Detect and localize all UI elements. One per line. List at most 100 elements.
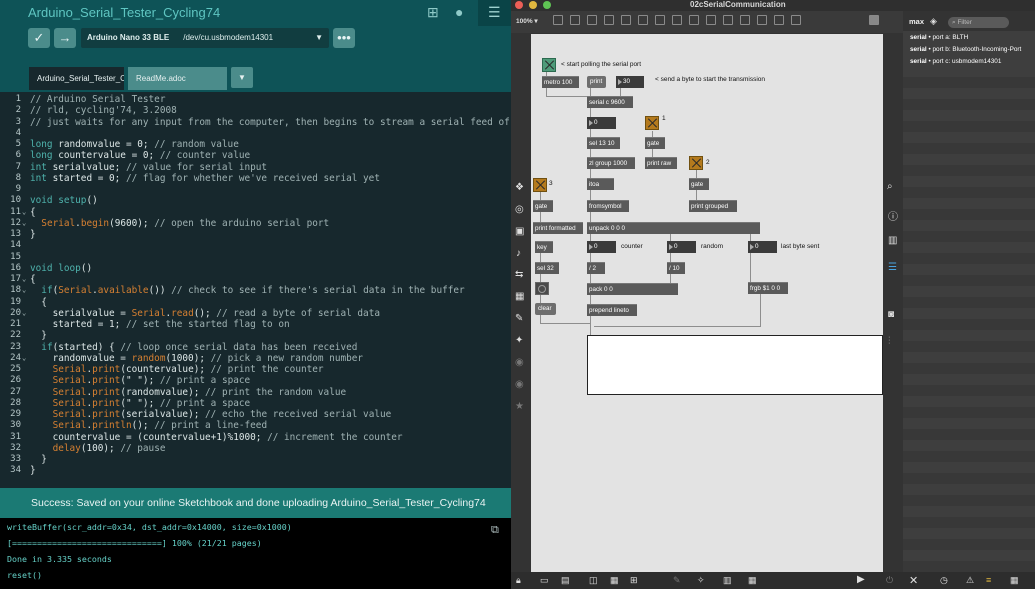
- code-line[interactable]: Serial.print(serialvalue); // echo the r…: [30, 409, 510, 420]
- upload-button[interactable]: →: [54, 28, 76, 48]
- book-icon[interactable]: ▥: [888, 235, 897, 246]
- code-line[interactable]: Serial.print(" "); // print a space: [30, 398, 510, 409]
- number-box-counter[interactable]: 0: [587, 241, 616, 253]
- code-line[interactable]: serialvalue = Serial.read(); // read a b…: [30, 308, 510, 319]
- code-line[interactable]: delay(100); // pause: [30, 443, 510, 454]
- print-grouped-object[interactable]: print grouped: [689, 200, 737, 212]
- new-number-icon[interactable]: [638, 15, 648, 25]
- gate-toggle-2[interactable]: [689, 156, 703, 170]
- zlgroup-object[interactable]: zl group 1000: [587, 157, 635, 169]
- new-meter-icon[interactable]: [723, 15, 733, 25]
- zoom-level[interactable]: 100% ▾: [516, 17, 538, 25]
- sel-object[interactable]: sel 13 10: [587, 137, 620, 149]
- debug-icon[interactable]: ✎: [673, 575, 681, 586]
- keyboard-icon[interactable]: ▥: [723, 575, 732, 586]
- mixer-icon[interactable]: ▦: [748, 575, 757, 586]
- new-object-icon[interactable]: [553, 15, 563, 25]
- code-line[interactable]: if(started) { // loop once serial data h…: [30, 342, 510, 353]
- new-message-icon[interactable]: [570, 15, 580, 25]
- new-toggle-icon[interactable]: [621, 15, 631, 25]
- console-menu-icon[interactable]: ▦: [1010, 575, 1019, 586]
- gate-toggle-3[interactable]: [533, 178, 547, 192]
- code-line[interactable]: started = 1; // set the started flag to …: [30, 319, 510, 330]
- code-line[interactable]: [30, 128, 510, 139]
- new-multislider-icon[interactable]: [757, 15, 767, 25]
- code-line[interactable]: randomvalue = random(1000); // pick a ne…: [30, 353, 510, 364]
- search-icon[interactable]: ⌕: [887, 181, 893, 192]
- clock-icon[interactable]: ◷: [940, 575, 948, 586]
- prepend-lineto-object[interactable]: prepend lineto: [587, 304, 637, 316]
- new-slider-icon[interactable]: [672, 15, 682, 25]
- filter-levels-icon[interactable]: ≡: [986, 575, 991, 585]
- verify-button[interactable]: ✓: [28, 28, 50, 48]
- console-context-label[interactable]: max: [909, 17, 924, 26]
- code-line[interactable]: [30, 240, 510, 251]
- new-gain-icon[interactable]: [706, 15, 716, 25]
- lock-icon[interactable]: 🔒︎: [516, 575, 521, 586]
- code-line[interactable]: // rld, cycling'74, 3.2008: [30, 105, 510, 116]
- code-line[interactable]: Serial.begin(9600); // open the arduino …: [30, 218, 510, 229]
- warning-icon[interactable]: ⚠: [966, 575, 974, 586]
- paperclip-icon[interactable]: ✎: [515, 313, 523, 324]
- code-line[interactable]: // Arduino Serial Tester: [30, 94, 510, 105]
- new-dial-icon[interactable]: [689, 15, 699, 25]
- code-line[interactable]: }: [30, 330, 510, 341]
- code-line[interactable]: if(Serial.available()) // check to see i…: [30, 285, 510, 296]
- code-line[interactable]: long countervalue = 0; // counter value: [30, 150, 510, 161]
- tabs-dropdown-button[interactable]: ▼: [231, 67, 253, 88]
- code-line[interactable]: {: [30, 274, 510, 285]
- align-icon[interactable]: ▦: [610, 575, 619, 586]
- code-line[interactable]: // just waits for any input from the com…: [30, 117, 510, 128]
- code-line[interactable]: int serialvalue; // value for serial inp…: [30, 162, 510, 173]
- music-icon[interactable]: ♪: [516, 248, 521, 259]
- code-line[interactable]: {: [30, 207, 510, 218]
- code-line[interactable]: void loop(): [30, 263, 510, 274]
- number-box-random[interactable]: 0: [667, 241, 696, 253]
- play-icon[interactable]: ▶: [857, 574, 865, 585]
- serial-object[interactable]: serial c 9600: [587, 96, 633, 108]
- code-line[interactable]: [30, 184, 510, 195]
- clear-message[interactable]: clear: [535, 303, 556, 315]
- number-box-30[interactable]: 30: [616, 76, 644, 88]
- sliders-icon[interactable]: ⫶: [888, 336, 891, 347]
- lcd-drawing-area[interactable]: [587, 335, 883, 395]
- fold-chevron-icon[interactable]: ⌄: [22, 308, 26, 319]
- patch-canvas[interactable]: [531, 34, 883, 572]
- routing-icon[interactable]: ⇆: [515, 269, 523, 280]
- info-icon[interactable]: ⓘ: [888, 208, 898, 223]
- unpack-object[interactable]: unpack 0 0 0: [587, 222, 760, 234]
- fold-chevron-icon[interactable]: ⌄: [22, 274, 26, 285]
- divide-2-object[interactable]: / 2: [587, 262, 605, 274]
- frgb-object[interactable]: frgb $1 0 0: [748, 282, 788, 294]
- gate-object-1[interactable]: gate: [645, 137, 665, 149]
- code-line[interactable]: long randomvalue = 0; // random value: [30, 139, 510, 150]
- new-panel-icon[interactable]: [791, 15, 801, 25]
- code-line[interactable]: countervalue = (countervalue+1)%1000; //…: [30, 432, 510, 443]
- bang-button[interactable]: [535, 282, 549, 295]
- new-comment-icon[interactable]: [587, 15, 597, 25]
- code-line[interactable]: }: [30, 229, 510, 240]
- fold-chevron-icon[interactable]: ⌄: [22, 207, 26, 218]
- gate-object-3[interactable]: gate: [533, 200, 553, 212]
- pack-object[interactable]: pack 0 0: [587, 283, 678, 295]
- snapshot-icon[interactable]: ▣: [515, 226, 524, 237]
- object-grid-icon[interactable]: [869, 15, 879, 25]
- console-options-icon[interactable]: ◈: [930, 16, 937, 27]
- console-row[interactable]: serial • port c: usbmodem14301: [910, 58, 1001, 65]
- print-formatted-object[interactable]: print formatted: [533, 222, 583, 234]
- clear-console-icon[interactable]: ✕: [909, 574, 918, 587]
- console-row[interactable]: serial • port a: BLTH: [910, 34, 968, 41]
- code-line[interactable]: int started = 0; // flag for whether we'…: [30, 173, 510, 184]
- camera-icon[interactable]: ◙: [888, 309, 894, 320]
- wrench-icon[interactable]: ✧: [697, 575, 705, 586]
- code-line[interactable]: Serial.print(" "); // print a space: [30, 375, 510, 386]
- copy-output-icon[interactable]: ⧉: [491, 524, 499, 537]
- power-icon[interactable]: ⏻: [886, 575, 893, 586]
- star-icon[interactable]: ★: [515, 401, 524, 412]
- gate-object-2[interactable]: gate: [689, 178, 709, 190]
- comment-bubble-icon[interactable]: ▤: [561, 575, 570, 586]
- itoa-object[interactable]: itoa: [587, 178, 614, 190]
- menu-icon[interactable]: ☰: [488, 4, 501, 21]
- code-lines[interactable]: // Arduino Serial Tester// rld, cycling'…: [30, 94, 510, 477]
- palette-icon[interactable]: ❖: [515, 182, 524, 193]
